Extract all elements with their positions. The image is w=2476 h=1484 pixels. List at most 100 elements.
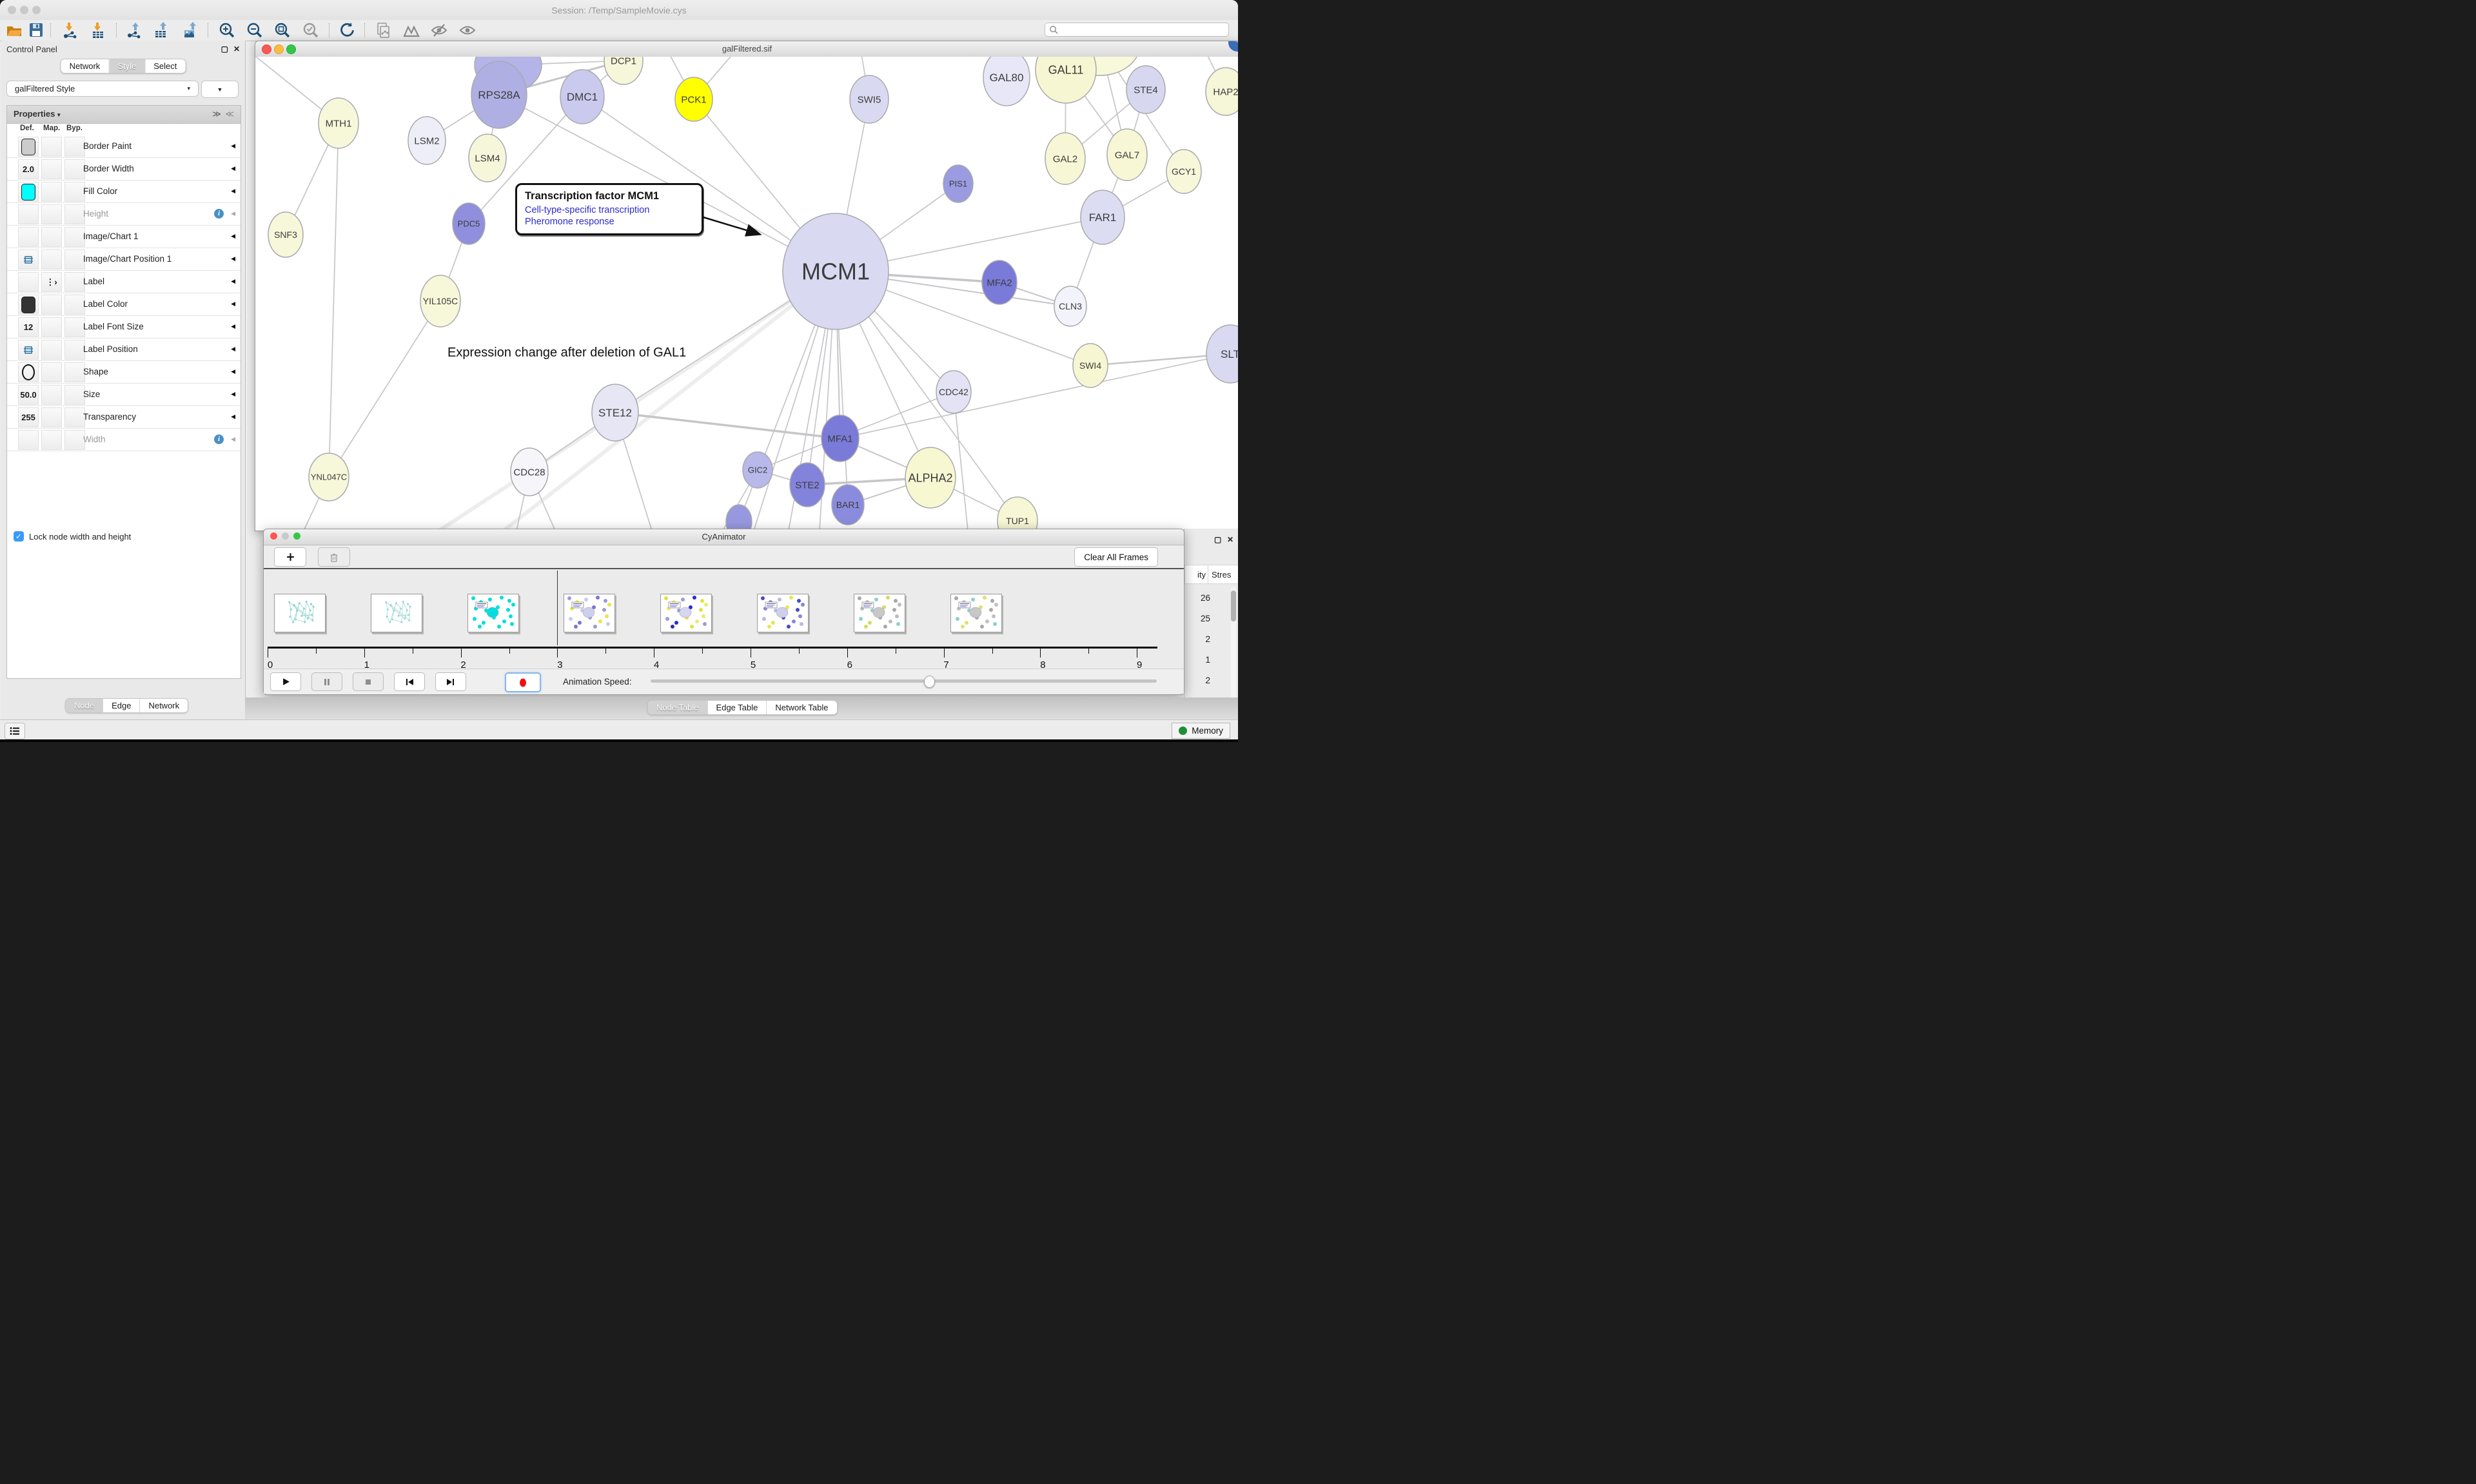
default-value-cell[interactable] [18, 272, 39, 292]
property-row-fill-color[interactable]: Fill Color◀ [7, 181, 241, 203]
property-row-border-width[interactable]: 2.0Border Width◀ [7, 158, 241, 181]
default-value-cell[interactable]: 255 [18, 407, 39, 427]
default-value-cell[interactable] [18, 362, 39, 382]
default-value-cell[interactable] [18, 340, 39, 360]
mapping-cell[interactable] [41, 204, 62, 224]
binoculars-icon[interactable] [402, 22, 420, 39]
bypass-cell[interactable] [64, 430, 85, 450]
stop-button[interactable] [353, 672, 384, 691]
go-to-start-button[interactable] [394, 672, 425, 691]
tab-node-table[interactable]: Node Table [648, 701, 708, 714]
animation-timeline[interactable]: 0123456789Seconds [264, 569, 1183, 667]
bypass-cell[interactable] [64, 159, 85, 179]
export-table-icon[interactable] [152, 22, 170, 39]
property-row-size[interactable]: 50.0Size◀ [7, 384, 241, 406]
bypass-cell[interactable] [64, 295, 85, 315]
property-row-image-chart-1[interactable]: Image/Chart 1◀ [7, 226, 241, 248]
default-value-cell[interactable] [18, 182, 39, 202]
style-options-button[interactable]: ▼ [201, 81, 239, 98]
default-value-cell[interactable] [18, 204, 39, 224]
bypass-cell[interactable] [64, 137, 85, 157]
show-eye-icon[interactable] [458, 22, 477, 39]
bypass-cell[interactable] [64, 317, 85, 337]
property-row-label-color[interactable]: Label Color◀ [7, 293, 241, 316]
collapse-row-icon[interactable]: ◀ [231, 391, 235, 398]
default-value-cell[interactable] [18, 249, 39, 269]
default-value-cell[interactable]: 12 [18, 317, 39, 337]
float-panel-icon[interactable]: ▢ [221, 44, 228, 54]
table-cell[interactable]: 1 [1184, 655, 1210, 665]
refresh-icon[interactable] [338, 22, 356, 39]
zoom-selected-icon[interactable] [302, 22, 320, 39]
tab-network-table[interactable]: Network Table [767, 701, 836, 714]
collapse-row-icon[interactable]: ◀ [231, 368, 235, 375]
bypass-cell[interactable] [64, 340, 85, 360]
mapping-cell[interactable] [41, 362, 62, 382]
tab-network[interactable]: Network [140, 699, 188, 712]
collapse-row-icon[interactable]: ◀ [231, 346, 235, 353]
bypass-cell[interactable] [64, 227, 85, 247]
collapse-row-icon[interactable]: ◀ [231, 233, 235, 240]
property-row-shape[interactable]: Shape◀ [7, 361, 241, 384]
mapping-cell[interactable] [41, 182, 62, 202]
mapping-cell[interactable]: ⋮› [41, 272, 62, 292]
frame-thumbnail-2[interactable] [467, 594, 519, 632]
tab-network[interactable]: Network [61, 59, 110, 73]
close-panel-icon[interactable]: ✕ [1227, 535, 1233, 544]
memory-button[interactable]: Memory [1172, 723, 1230, 739]
frame-thumbnail-6[interactable] [854, 594, 905, 632]
import-table-icon[interactable] [89, 22, 107, 39]
mapping-cell[interactable] [41, 385, 62, 405]
bypass-cell[interactable] [64, 407, 85, 427]
float-panel-icon[interactable]: ▢ [1214, 535, 1221, 544]
frame-thumbnail-7[interactable] [950, 594, 1002, 632]
mapping-cell[interactable] [41, 317, 62, 337]
lock-node-size-checkbox[interactable]: ✓ Lock node width and height [14, 531, 131, 542]
network-canvas[interactable]: GAL11RPS28ADMC1DCP1PCK1SWI5GAL80STE4HAP2… [255, 57, 1238, 531]
property-row-label-font-size[interactable]: 12Label Font Size◀ [7, 316, 241, 338]
collapse-row-icon[interactable]: ◀ [231, 210, 235, 217]
timeline-playhead[interactable] [557, 571, 558, 645]
table-column-header[interactable]: ity [1184, 565, 1208, 584]
table-cell[interactable]: 2 [1184, 634, 1210, 644]
save-icon[interactable] [27, 22, 45, 39]
properties-header[interactable]: Properties ▾ ≫ ≪ [7, 106, 241, 124]
collapse-row-icon[interactable]: ◀ [231, 188, 235, 195]
collapse-row-icon[interactable]: ◀ [231, 165, 235, 172]
mapping-cell[interactable] [41, 430, 62, 450]
collapse-row-icon[interactable]: ◀ [231, 323, 235, 330]
property-row-border-paint[interactable]: Border Paint◀ [7, 135, 241, 158]
export-image-icon[interactable] [181, 22, 199, 39]
frame-thumbnail-0[interactable] [274, 594, 326, 632]
bypass-cell[interactable] [64, 182, 85, 202]
animation-speed-slider[interactable] [651, 679, 1157, 683]
table-cell[interactable]: 26 [1184, 593, 1210, 603]
property-row-width[interactable]: Widthi◀ [7, 429, 241, 451]
mapping-cell[interactable] [41, 340, 62, 360]
slider-knob[interactable] [924, 676, 935, 688]
delete-frame-button[interactable] [318, 547, 350, 567]
bypass-cell[interactable] [64, 385, 85, 405]
info-icon[interactable]: i [214, 434, 224, 444]
frame-thumbnail-1[interactable] [371, 594, 422, 632]
frame-thumbnail-5[interactable] [757, 594, 809, 632]
bypass-cell[interactable] [64, 272, 85, 292]
pause-button[interactable] [311, 672, 342, 691]
table-scrollbar[interactable] [1231, 587, 1236, 716]
duplicate-icon[interactable] [374, 22, 392, 39]
mapping-cell[interactable] [41, 407, 62, 427]
default-value-cell[interactable] [18, 227, 39, 247]
search-input[interactable] [1045, 23, 1229, 37]
mapping-cell[interactable] [41, 159, 62, 179]
mapping-cell[interactable] [41, 227, 62, 247]
tab-select[interactable]: Select [145, 59, 185, 73]
task-history-button[interactable] [5, 723, 25, 739]
default-value-cell[interactable]: 50.0 [18, 385, 39, 405]
play-button[interactable] [270, 672, 301, 691]
export-network-icon[interactable] [125, 22, 143, 39]
frame-thumbnail-3[interactable] [564, 594, 615, 632]
property-row-transparency[interactable]: 255Transparency◀ [7, 406, 241, 429]
go-to-end-button[interactable] [435, 672, 466, 691]
zoom-in-icon[interactable] [218, 22, 236, 39]
network-window-titlebar[interactable]: galFiltered.sif [255, 41, 1238, 57]
